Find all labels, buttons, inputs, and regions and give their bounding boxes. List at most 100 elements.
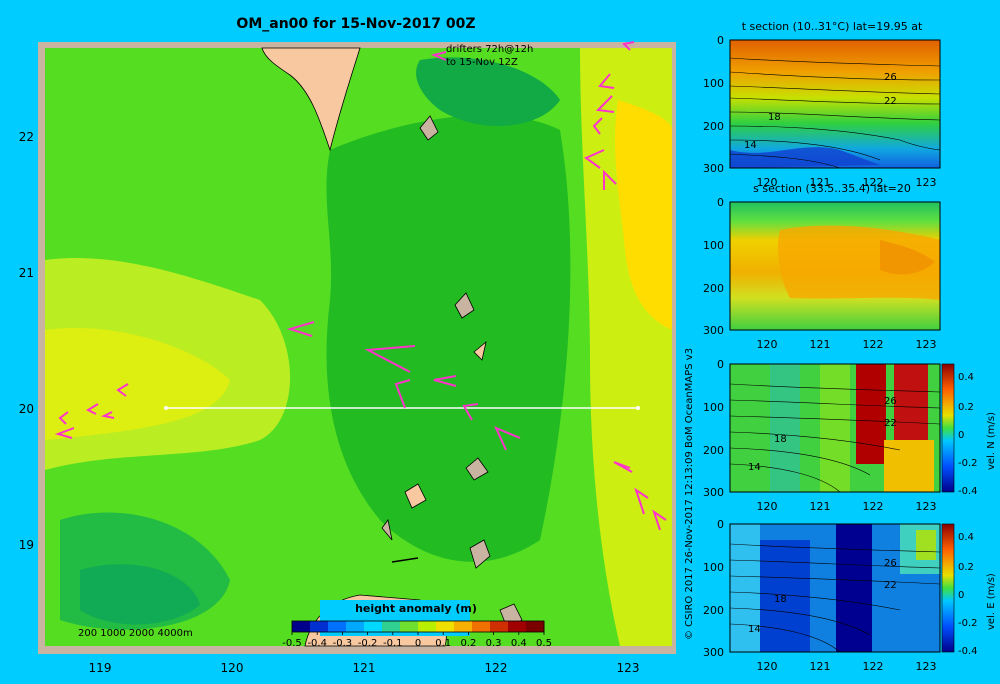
map-panel: drifters 72h@12h to 15-Nov 12Z 200 1000 … xyxy=(38,41,676,654)
panel-s-title: s section (33.5..35.4) lat=20 xyxy=(753,182,911,195)
panel-vel-n-section: 26 22 18 14 0.4 0.2 0 -0.2 -0.4 vel. N (… xyxy=(703,358,997,513)
lon-axis: 119 120 121 122 123 xyxy=(89,661,640,675)
svg-text:122: 122 xyxy=(863,500,884,513)
credit-text: © CSIRO 2017 26-Nov-2017 12:13:09 BoM Oc… xyxy=(684,348,695,640)
svg-text:0: 0 xyxy=(717,358,724,371)
depth-legend: 200 1000 2000 4000m xyxy=(78,628,193,639)
svg-text:100: 100 xyxy=(703,561,724,574)
colorbar-swatch xyxy=(436,621,455,632)
svg-text:-0.4: -0.4 xyxy=(958,646,978,657)
svg-text:22: 22 xyxy=(884,580,897,591)
panel-vel-e-section: 26 22 18 14 0.4 0.2 0 -0.2 -0.4 vel. E (… xyxy=(703,518,997,673)
colorbar-tick-label: 0.4 xyxy=(511,638,527,649)
colorbar-tick-label: 0.2 xyxy=(460,638,476,649)
colorbar-swatch xyxy=(292,621,311,632)
svg-text:0: 0 xyxy=(717,518,724,531)
ocean-forecast-figure: OM_an00 for 15-Nov-2017 00Z drifters 72h… xyxy=(0,0,1000,680)
svg-text:14: 14 xyxy=(748,624,761,635)
svg-text:300: 300 xyxy=(703,162,724,175)
svg-text:0: 0 xyxy=(958,430,964,441)
svg-text:200: 200 xyxy=(703,604,724,617)
svg-text:200: 200 xyxy=(703,120,724,133)
svg-text:18: 18 xyxy=(768,112,781,123)
colorbar-swatch xyxy=(454,621,473,632)
svg-text:121: 121 xyxy=(810,660,831,673)
svg-text:22: 22 xyxy=(884,418,897,429)
colorbar-tick-label: -0.4 xyxy=(307,638,327,649)
svg-text:200: 200 xyxy=(703,282,724,295)
svg-text:18: 18 xyxy=(774,594,787,605)
colorbar-tick-label: 0.3 xyxy=(486,638,502,649)
svg-text:120: 120 xyxy=(757,500,778,513)
svg-text:121: 121 xyxy=(810,500,831,513)
svg-text:0: 0 xyxy=(717,196,724,209)
colorbar-tick-label: -0.3 xyxy=(333,638,353,649)
panel-s-section: s section (33.5..35.4) lat=20 0 100 200 … xyxy=(703,182,941,351)
svg-text:300: 300 xyxy=(703,324,724,337)
svg-text:0: 0 xyxy=(958,590,964,601)
svg-text:0.4: 0.4 xyxy=(958,372,974,383)
svg-text:0.2: 0.2 xyxy=(958,562,974,573)
colorbar-swatch xyxy=(400,621,419,632)
svg-text:120: 120 xyxy=(757,338,778,351)
svg-text:100: 100 xyxy=(703,401,724,414)
svg-text:123: 123 xyxy=(916,338,937,351)
svg-text:122: 122 xyxy=(863,660,884,673)
svg-text:300: 300 xyxy=(703,646,724,659)
drifters-label-1: drifters 72h@12h xyxy=(446,44,533,55)
lat-tick-22: 22 xyxy=(19,130,34,144)
colorbar-swatch xyxy=(418,621,437,632)
colorbar-swatch xyxy=(526,621,545,632)
anomaly-center-low xyxy=(326,115,571,562)
panel-t-section: t section (10..31°C) lat=19.95 at 26 22 … xyxy=(703,20,941,189)
lat-tick-21: 21 xyxy=(19,266,34,280)
colorbar-swatch xyxy=(382,621,401,632)
svg-text:0.2: 0.2 xyxy=(958,402,974,413)
svg-text:18: 18 xyxy=(774,434,787,445)
svg-text:14: 14 xyxy=(744,140,757,151)
lon-tick-123: 123 xyxy=(617,661,640,675)
colorbar-tick-label: 0.1 xyxy=(435,638,451,649)
colorbar-swatch xyxy=(346,621,365,632)
svg-text:123: 123 xyxy=(916,176,937,189)
section-line-end xyxy=(636,406,640,410)
svg-text:122: 122 xyxy=(863,338,884,351)
panel-t-title: t section (10..31°C) lat=19.95 at xyxy=(742,20,923,33)
colorbar-swatch xyxy=(328,621,347,632)
svg-text:123: 123 xyxy=(916,500,937,513)
svg-text:100: 100 xyxy=(703,77,724,90)
colorbar-tick-label: -0.1 xyxy=(383,638,403,649)
colorbar-tick-label: 0.5 xyxy=(536,638,552,649)
lon-tick-120: 120 xyxy=(221,661,244,675)
lon-tick-122: 122 xyxy=(485,661,508,675)
colorbar-swatches xyxy=(292,621,545,632)
lat-axis: 22 21 20 19 xyxy=(19,130,34,552)
svg-text:-0.2: -0.2 xyxy=(958,458,978,469)
colorbar-tick-label: -0.2 xyxy=(358,638,378,649)
lat-tick-19: 19 xyxy=(19,538,34,552)
colorbar-swatch xyxy=(310,621,329,632)
colorbar-tick-label: -0.5 xyxy=(282,638,302,649)
map-title: OM_an00 for 15-Nov-2017 00Z xyxy=(236,16,475,32)
svg-text:0.4: 0.4 xyxy=(958,532,974,543)
svg-text:-0.2: -0.2 xyxy=(958,618,978,629)
section-line-start xyxy=(164,406,168,410)
colorbar-title: height anomaly (m) xyxy=(355,602,477,615)
colorbar-tick-label: 0 xyxy=(415,638,421,649)
colorbar-swatch xyxy=(508,621,527,632)
svg-text:121: 121 xyxy=(810,338,831,351)
svg-text:-0.4: -0.4 xyxy=(958,486,978,497)
svg-text:100: 100 xyxy=(703,239,724,252)
lon-tick-121: 121 xyxy=(353,661,376,675)
svg-text:0: 0 xyxy=(717,34,724,47)
svg-text:22: 22 xyxy=(884,96,897,107)
svg-text:vel. E (m/s): vel. E (m/s) xyxy=(986,573,997,630)
colorbar-swatch xyxy=(472,621,491,632)
colorbar-swatch xyxy=(364,621,383,632)
svg-text:123: 123 xyxy=(916,660,937,673)
svg-text:14: 14 xyxy=(748,462,761,473)
lat-tick-20: 20 xyxy=(19,402,34,416)
colorbar-swatch xyxy=(490,621,509,632)
svg-text:vel. N (m/s): vel. N (m/s) xyxy=(986,412,997,470)
svg-text:26: 26 xyxy=(884,72,897,83)
